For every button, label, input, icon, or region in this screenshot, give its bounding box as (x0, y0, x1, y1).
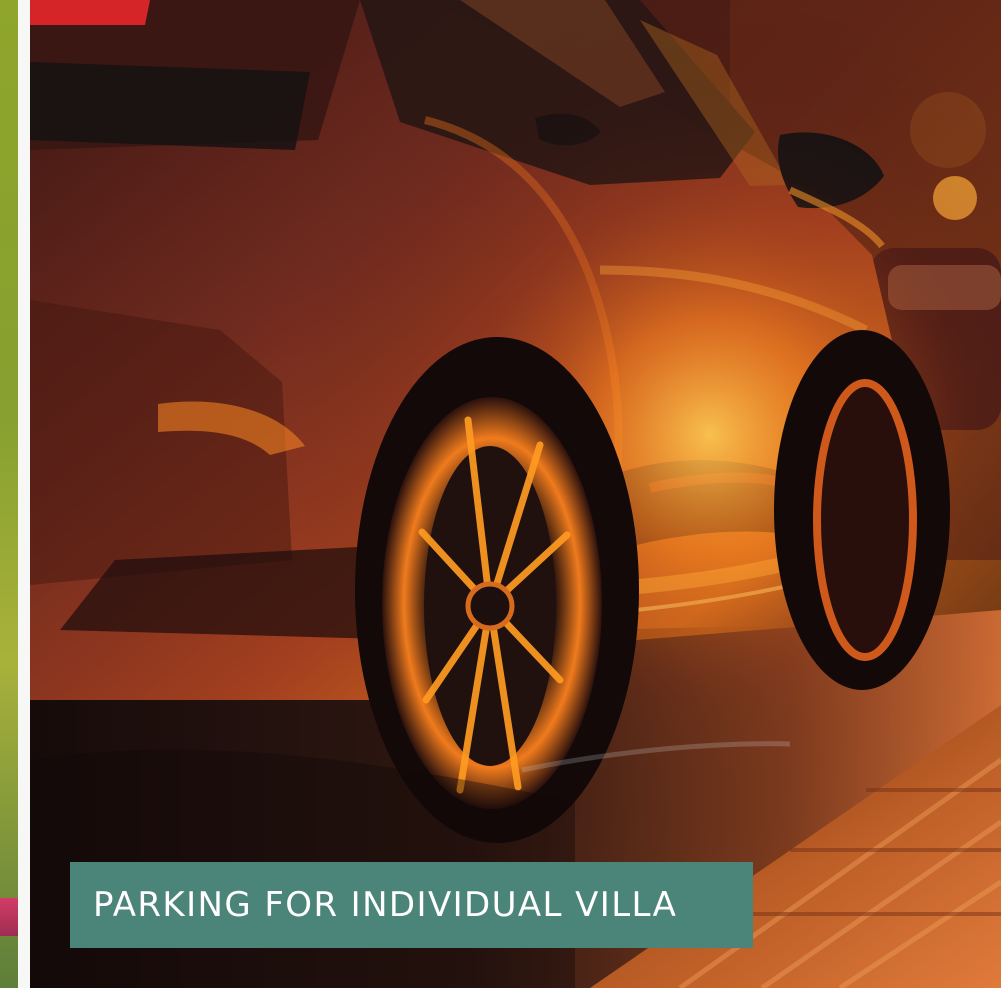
car-parking-photo (30, 0, 1001, 988)
white-gutter (18, 0, 30, 988)
caption-banner: PARKING FOR INDIVIDUAL VILLA (70, 862, 753, 948)
image-card: PARKING FOR INDIVIDUAL VILLA (0, 0, 1001, 988)
left-color-strip (0, 0, 18, 988)
caption-text: PARKING FOR INDIVIDUAL VILLA (93, 885, 678, 925)
